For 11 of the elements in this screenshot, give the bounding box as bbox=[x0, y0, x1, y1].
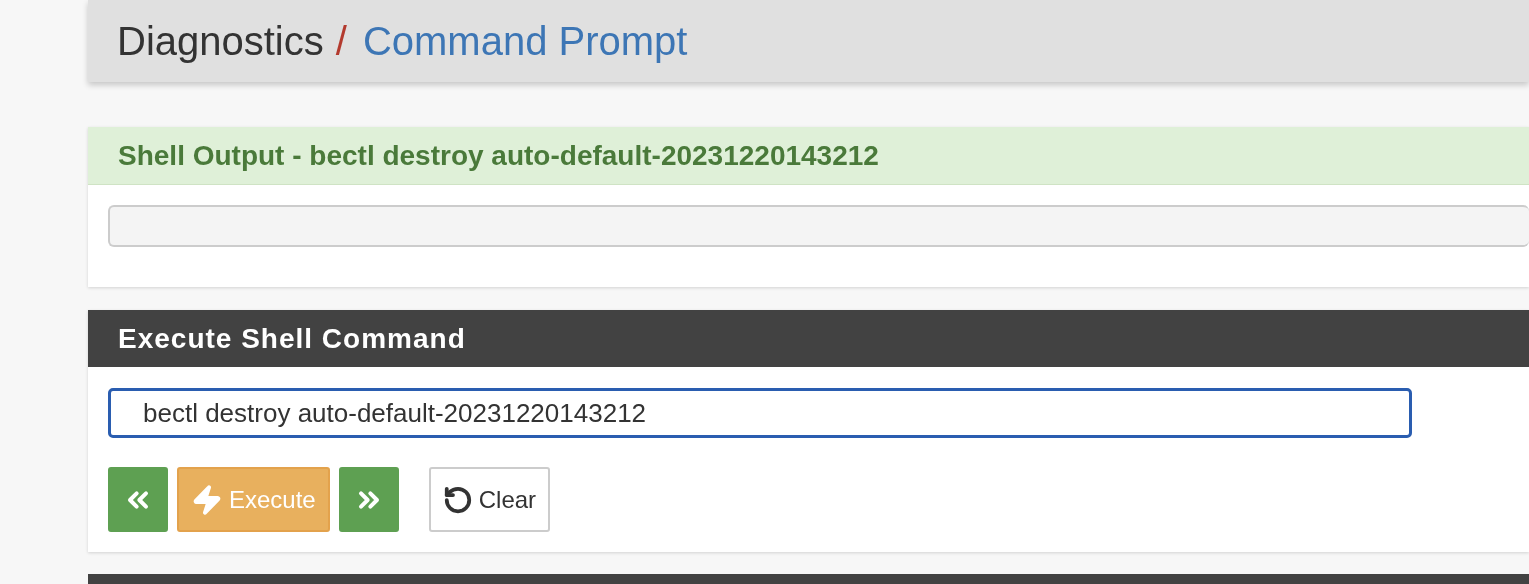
breadcrumb-separator: / bbox=[335, 18, 347, 64]
panel-title: Execute Shell Command bbox=[88, 310, 1529, 367]
clear-button[interactable]: Clear bbox=[428, 467, 551, 532]
breadcrumb-section: Diagnostics bbox=[117, 18, 324, 64]
lightning-icon bbox=[191, 483, 223, 516]
next-button[interactable] bbox=[338, 467, 399, 532]
undo-icon bbox=[442, 484, 473, 515]
command-field[interactable]: bectl destroy auto-default-20231220143212 bbox=[108, 388, 1412, 438]
panel-title: Shell Output - bectl destroy auto-default-20231220143212 bbox=[88, 127, 1529, 185]
breadcrumb-link[interactable]: Command Prompt bbox=[362, 18, 688, 64]
previous-button[interactable] bbox=[108, 467, 168, 532]
